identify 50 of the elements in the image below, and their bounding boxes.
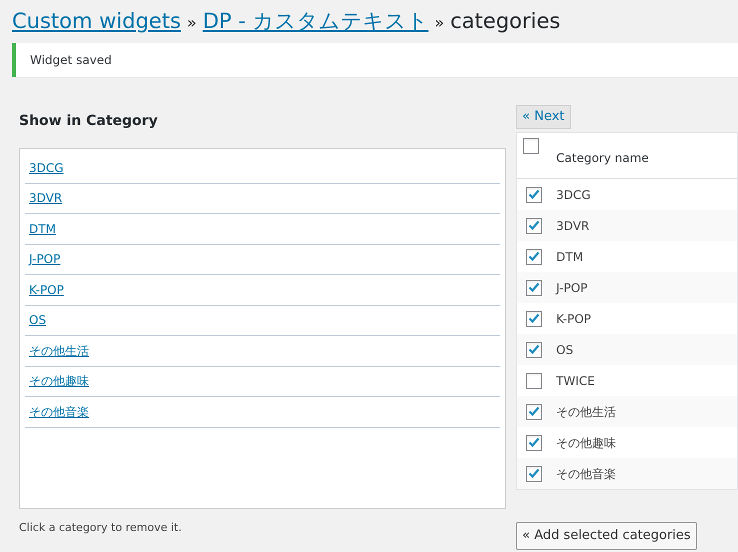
checkmark-icon bbox=[528, 251, 540, 262]
checkbox[interactable] bbox=[526, 218, 542, 234]
category-link[interactable]: J-POP bbox=[29, 250, 60, 268]
category-link[interactable]: OS bbox=[29, 311, 46, 330]
checkbox[interactable] bbox=[526, 280, 542, 296]
checkbox[interactable] bbox=[526, 310, 542, 326]
checkbox[interactable] bbox=[526, 372, 542, 388]
category-link[interactable]: その他生活 bbox=[29, 342, 89, 360]
checkbox[interactable] bbox=[523, 138, 540, 154]
category-link[interactable]: その他音楽 bbox=[29, 402, 89, 421]
category-name: K-POP bbox=[556, 310, 592, 328]
column-header: Category name bbox=[556, 150, 649, 167]
breadcrumb-link[interactable]: DP - カスタムテキスト bbox=[202, 6, 428, 36]
checkbox[interactable] bbox=[526, 248, 542, 264]
checkbox[interactable] bbox=[526, 186, 542, 202]
add-categories-button[interactable]: « Add selected categories bbox=[516, 522, 697, 550]
category-name: 3DVR bbox=[556, 218, 590, 234]
category-name: その他生活 bbox=[556, 404, 616, 420]
breadcrumb-link[interactable]: Custom widgets bbox=[12, 6, 181, 36]
category-link[interactable]: K-POP bbox=[29, 280, 64, 299]
checkmark-icon bbox=[528, 220, 540, 231]
category-name: 3DCG bbox=[556, 186, 591, 204]
category-name: J-POP bbox=[556, 280, 588, 296]
checkmark-icon bbox=[528, 282, 540, 293]
category-name: DTM bbox=[556, 248, 584, 266]
checkbox[interactable] bbox=[526, 466, 542, 482]
next-button[interactable]: « Next bbox=[516, 105, 571, 129]
checkmark-icon bbox=[528, 406, 540, 417]
section-heading: Show in Category bbox=[19, 112, 159, 131]
checkmark-icon bbox=[528, 313, 540, 324]
page-title: categories bbox=[450, 8, 560, 35]
category-name: その他趣味 bbox=[556, 434, 616, 452]
checkmark-icon bbox=[528, 189, 540, 200]
checkmark-icon bbox=[528, 468, 540, 479]
category-link[interactable]: DTM bbox=[29, 220, 56, 238]
checkmark-icon bbox=[528, 344, 540, 355]
checkbox[interactable] bbox=[526, 404, 542, 420]
notice-text: Widget saved bbox=[30, 52, 112, 69]
checkbox[interactable] bbox=[526, 434, 542, 450]
category-link[interactable]: 3DCG bbox=[29, 158, 64, 177]
category-name: OS bbox=[556, 342, 574, 358]
category-name: その他音楽 bbox=[556, 466, 616, 482]
breadcrumb-separator: » bbox=[434, 12, 444, 34]
category-link[interactable]: その他趣味 bbox=[29, 372, 89, 390]
category-name: TWICE bbox=[556, 372, 595, 390]
checkbox[interactable] bbox=[526, 342, 542, 358]
checkmark-icon bbox=[528, 437, 540, 448]
category-link[interactable]: 3DVR bbox=[29, 189, 62, 208]
breadcrumb-separator: » bbox=[186, 12, 197, 34]
help-text: Click a category to remove it. bbox=[19, 520, 183, 536]
